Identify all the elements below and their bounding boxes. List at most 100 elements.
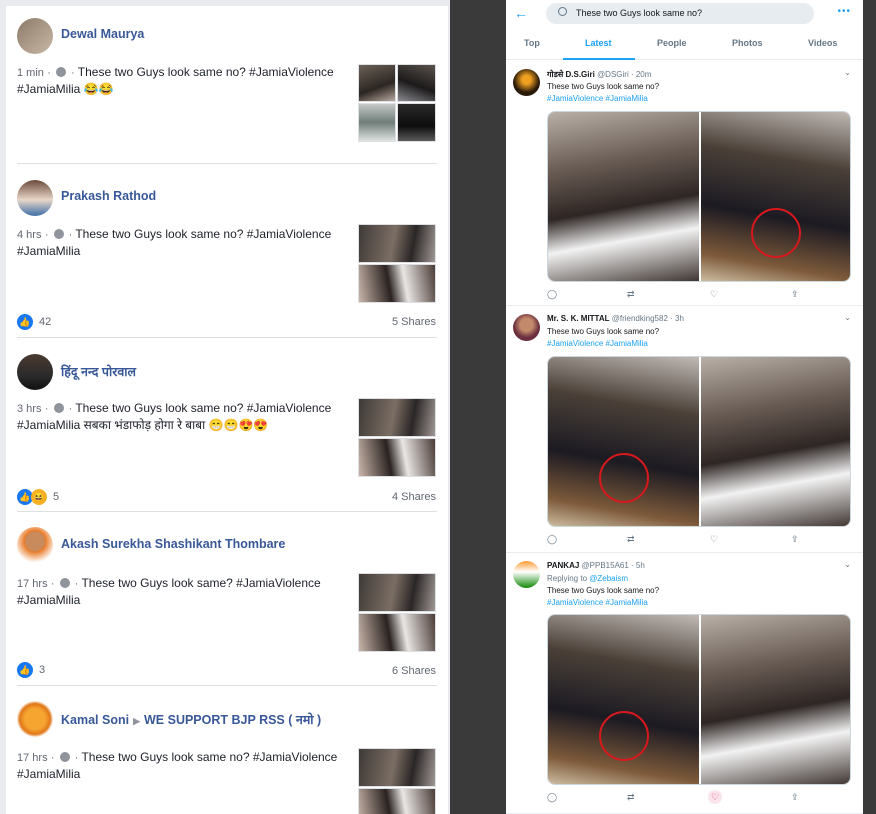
post-time[interactable]: 4 hrs <box>17 229 41 241</box>
tab-top[interactable]: Top <box>524 38 540 48</box>
separator: · <box>71 752 82 764</box>
highlight-circle <box>599 711 649 761</box>
tweet-handle[interactable]: @DSGiri <box>597 70 629 79</box>
reply-icon[interactable]: ◯ <box>547 792 557 803</box>
separator: · <box>65 403 76 415</box>
chevron-down-icon[interactable]: ⌄ <box>844 68 851 77</box>
avatar[interactable] <box>17 180 53 216</box>
tweet[interactable]: गोडसे D.S.Giri @DSGiri · 20m ⌄ These two… <box>506 61 863 306</box>
post-author[interactable]: Kamal Soni <box>61 713 129 727</box>
post-images[interactable] <box>358 224 436 304</box>
like-icon[interactable]: ♡ <box>710 534 718 545</box>
tweet-author[interactable]: गोडसे D.S.Giri <box>547 70 595 79</box>
tweet-image[interactable] <box>701 357 850 526</box>
share-count[interactable]: 6 Shares <box>392 665 436 677</box>
post-images[interactable] <box>358 748 436 814</box>
chevron-down-icon[interactable]: ⌄ <box>844 560 851 569</box>
reaction-summary[interactable]: 👍 42 <box>17 314 51 330</box>
tweet-body: These two Guys look same no? <box>547 82 660 91</box>
reply-icon[interactable]: ◯ <box>547 534 557 545</box>
tweet-header: Mr. S. K. MITTAL @friendking582 · 3h <box>547 314 684 323</box>
post-author[interactable]: Akash Surekha Shashikant Thombare <box>61 537 285 551</box>
retweet-icon[interactable]: ⇄ <box>627 289 635 300</box>
post-image[interactable] <box>397 64 436 102</box>
tweet-actions: ◯ ⇄ ♡ ⇪ <box>547 289 837 301</box>
tweet-hashtags[interactable]: #JamiaViolence #JamiaMilia <box>547 338 659 350</box>
post-time[interactable]: 17 hrs <box>17 752 48 764</box>
more-options-icon[interactable]: ••• <box>837 6 851 17</box>
post-image[interactable] <box>358 748 436 787</box>
avatar[interactable] <box>17 18 53 54</box>
retweet-icon[interactable]: ⇄ <box>627 792 635 803</box>
tweet-actions: ◯ ⇄ ♡ ⇪ <box>547 790 837 804</box>
post-time[interactable]: 1 min <box>17 67 44 79</box>
tab-photos[interactable]: Photos <box>732 38 763 48</box>
tweet-hashtags[interactable]: #JamiaViolence #JamiaMilia <box>547 93 659 105</box>
share-icon[interactable]: ⇪ <box>791 534 799 545</box>
tweet-image[interactable] <box>548 112 699 281</box>
tweet-time[interactable]: 3h <box>675 314 684 323</box>
tab-latest[interactable]: Latest <box>585 38 612 48</box>
reaction-summary[interactable]: 👍 😆 5 <box>17 489 59 505</box>
post-images[interactable] <box>358 573 436 653</box>
post-image[interactable] <box>397 103 436 142</box>
group-name[interactable]: WE SUPPORT BJP RSS ( नमो ) <box>144 713 321 727</box>
tweet-media[interactable] <box>547 614 851 785</box>
fb-post: Akash Surekha Shashikant Thombare 17 hrs… <box>6 514 448 686</box>
tweet-time[interactable]: 20m <box>636 70 652 79</box>
post-image[interactable] <box>358 788 436 814</box>
tab-videos[interactable]: Videos <box>808 38 837 48</box>
reply-context: Replying to @Zebaism <box>547 573 659 585</box>
reaction-count: 42 <box>39 316 52 328</box>
post-images[interactable] <box>358 64 436 144</box>
tweet-handle[interactable]: @friendking582 <box>612 314 668 323</box>
avatar[interactable] <box>513 314 540 341</box>
avatar[interactable] <box>17 701 53 737</box>
like-icon[interactable]: ♡ <box>708 790 722 804</box>
haha-icon: 😆 <box>31 489 47 505</box>
post-time[interactable]: 3 hrs <box>17 403 41 415</box>
chevron-down-icon[interactable]: ⌄ <box>844 313 851 322</box>
reply-icon[interactable]: ◯ <box>547 289 557 300</box>
share-icon[interactable]: ⇪ <box>791 289 799 300</box>
share-icon[interactable]: ⇪ <box>791 792 799 803</box>
tweet-media[interactable] <box>547 111 851 282</box>
avatar[interactable] <box>17 527 53 563</box>
tweet-author[interactable]: Mr. S. K. MITTAL <box>547 314 610 323</box>
post-image[interactable] <box>358 573 436 612</box>
post-image[interactable] <box>358 264 436 303</box>
post-image[interactable] <box>358 398 436 437</box>
post-author[interactable]: Dewal Maurya <box>61 27 144 41</box>
post-author[interactable]: Prakash Rathod <box>61 189 156 203</box>
post-image[interactable] <box>358 103 396 142</box>
post-image[interactable] <box>358 438 436 477</box>
tweet-author[interactable]: PANKAJ <box>547 561 579 570</box>
avatar[interactable] <box>17 354 53 390</box>
reaction-summary[interactable]: 👍 3 <box>17 662 45 678</box>
search-input[interactable]: These two Guys look same no? <box>546 3 814 24</box>
separator: · <box>67 67 78 79</box>
tweet[interactable]: Mr. S. K. MITTAL @friendking582 · 3h ⌄ T… <box>506 306 863 553</box>
tweet[interactable]: PANKAJ @PPB15A61 · 5h ⌄ Replying to @Zeb… <box>506 553 863 814</box>
tweet-hashtags[interactable]: #JamiaViolence #JamiaMilia <box>547 597 659 609</box>
avatar[interactable] <box>513 69 540 96</box>
post-images[interactable] <box>358 398 436 478</box>
back-arrow-icon[interactable]: ← <box>514 5 528 21</box>
like-icon[interactable]: ♡ <box>710 289 718 300</box>
tweet-image[interactable] <box>701 615 850 784</box>
avatar[interactable] <box>513 561 540 588</box>
post-image[interactable] <box>358 613 436 652</box>
post-time[interactable]: 17 hrs <box>17 578 48 590</box>
tab-people[interactable]: People <box>657 38 687 48</box>
fb-post: Kamal Soni ▶ WE SUPPORT BJP RSS ( नमो ) 17… <box>6 688 448 814</box>
retweet-icon[interactable]: ⇄ <box>627 534 635 545</box>
share-count[interactable]: 5 Shares <box>392 316 436 328</box>
post-author[interactable]: हिंदू नन्द पोरवाल <box>61 363 136 380</box>
post-image[interactable] <box>358 64 396 102</box>
reply-to-handle[interactable]: @Zebaism <box>589 574 628 583</box>
post-image[interactable] <box>358 224 436 263</box>
tweet-time[interactable]: 5h <box>636 561 645 570</box>
share-count[interactable]: 4 Shares <box>392 491 436 503</box>
tweet-media[interactable] <box>547 356 851 527</box>
tweet-handle[interactable]: @PPB15A61 <box>582 561 629 570</box>
